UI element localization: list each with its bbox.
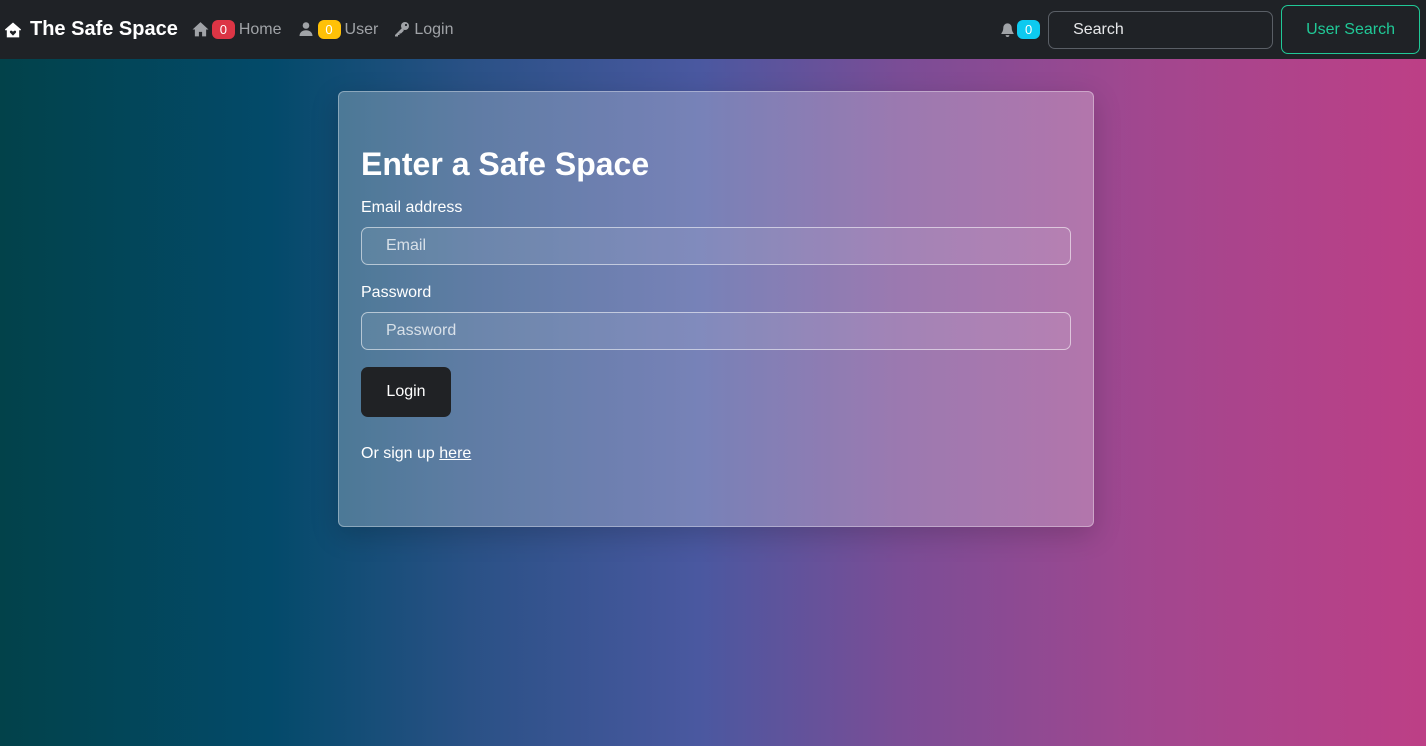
login-card: Enter a Safe Space Email address Passwor… [338, 91, 1094, 527]
search-input[interactable] [1048, 10, 1274, 49]
nav-user-label: User [344, 20, 379, 38]
user-search-button[interactable]: User Search [1281, 5, 1420, 54]
signup-prefix: Or sign up [361, 445, 440, 462]
email-label: Email address [361, 199, 463, 216]
nav-home[interactable]: 0 Home [192, 20, 282, 39]
user-badge: 0 [317, 20, 341, 39]
house-heart-icon [4, 21, 22, 39]
navbar: The Safe Space 0 Home 0 User Login 0 Sea… [0, 0, 1426, 59]
nav-links: 0 Home 0 User Login [192, 20, 470, 39]
login-button[interactable]: Login [361, 367, 451, 417]
notifications[interactable]: 0 [1000, 20, 1041, 39]
signup-link[interactable]: here [439, 445, 471, 462]
person-icon [298, 21, 315, 38]
key-icon [394, 21, 411, 38]
nav-home-label: Home [238, 20, 282, 38]
brand-name: The Safe Space [30, 18, 178, 40]
page-title: Enter a Safe Space [361, 146, 650, 182]
home-badge: 0 [211, 20, 235, 39]
password-label: Password [361, 284, 432, 301]
notification-badge: 0 [1017, 20, 1041, 39]
password-field[interactable] [361, 312, 1071, 350]
nav-user[interactable]: 0 User [298, 20, 379, 39]
navbar-right: 0 User Search [1000, 5, 1426, 54]
nav-login-label: Login [414, 20, 454, 38]
house-icon [192, 21, 209, 38]
email-field[interactable] [361, 227, 1071, 265]
bell-icon [1000, 22, 1015, 37]
brand[interactable]: The Safe Space [4, 18, 178, 41]
signup-text: Or sign up here [361, 445, 1071, 463]
nav-login[interactable]: Login [394, 21, 453, 39]
